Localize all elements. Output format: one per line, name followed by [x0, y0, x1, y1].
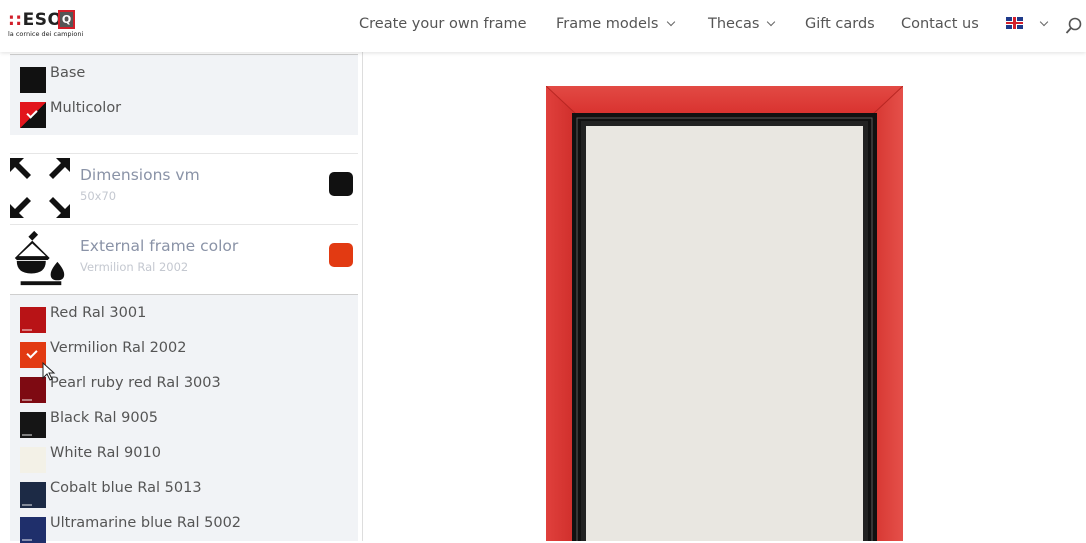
option-label: Pearl ruby red Ral 3003	[50, 375, 221, 391]
site-header: ::ESO Q la cornice dei campioni Create y…	[0, 0, 1086, 52]
uk-flag-icon[interactable]	[1006, 17, 1023, 29]
color-option-white-9010[interactable]: White Ral 9010	[20, 445, 340, 473]
color-option-ultramarine-5002[interactable]: Ultramarine blue Ral 5002	[20, 515, 340, 543]
color-option-cobalt-5013[interactable]: Cobalt blue Ral 5013	[20, 480, 340, 508]
color-option-red-3001[interactable]: Red Ral 3001	[20, 305, 340, 333]
nav-gift-cards[interactable]: Gift cards	[805, 16, 875, 32]
logo-text: ::ESO	[8, 10, 63, 30]
color-option-pearl-ruby-3003[interactable]: Pearl ruby red Ral 3003	[20, 375, 340, 403]
frame-right-rail	[873, 86, 903, 541]
chevron-down-icon[interactable]	[1039, 17, 1049, 27]
color-swatch	[20, 102, 46, 128]
option-label: Red Ral 3001	[50, 305, 147, 321]
divider	[10, 224, 358, 225]
external-color-section[interactable]: External frame color Vermilion Ral 2002	[10, 229, 358, 299]
frame-top-rail	[546, 86, 903, 114]
option-label: Vermilion Ral 2002	[50, 340, 187, 356]
color-option-vermilion-2002[interactable]: Vermilion Ral 2002	[20, 340, 340, 368]
option-label: White Ral 9010	[50, 445, 161, 461]
nav-contact-us[interactable]: Contact us	[901, 16, 979, 32]
dimensions-section[interactable]: Dimensions vm 50x70	[10, 158, 358, 228]
dimension-chip	[329, 172, 353, 196]
chevron-down-icon	[767, 17, 776, 27]
section-value: 50x70	[80, 189, 117, 203]
nav-thecas[interactable]: Thecas	[708, 16, 776, 32]
option-label: Cobalt blue Ral 5013	[50, 480, 202, 496]
expand-arrows-icon	[10, 158, 70, 218]
checkmark-icon	[26, 107, 38, 119]
color-swatch	[20, 517, 46, 543]
option-label: Ultramarine blue Ral 5002	[50, 515, 242, 531]
style-option-multicolor[interactable]: Multicolor	[20, 100, 340, 128]
logo-tagline: la cornice dei campioni	[8, 30, 84, 38]
logo-badge: Q	[58, 10, 75, 29]
option-label: Multicolor	[50, 100, 122, 116]
section-title: Dimensions vm	[80, 166, 200, 184]
search-icon[interactable]	[1065, 17, 1083, 35]
color-swatch	[20, 412, 46, 438]
frame-left-rail	[546, 86, 576, 541]
color-swatch	[20, 307, 46, 333]
style-option-base[interactable]: Base	[20, 65, 340, 93]
configurator-panel: Base Multicolor Dimensions vm 50x70 Exte…	[0, 52, 362, 543]
chevron-down-icon	[666, 17, 675, 27]
divider	[10, 153, 358, 154]
frame-preview	[546, 86, 903, 541]
color-swatch	[20, 482, 46, 508]
site-logo[interactable]: ::ESO Q la cornice dei campioni	[8, 10, 83, 40]
color-options: Red Ral 3001 Vermilion Ral 2002 Pearl ru…	[10, 294, 358, 543]
checkmark-icon	[26, 347, 38, 359]
color-swatch	[20, 67, 46, 93]
selected-color-chip	[329, 243, 353, 267]
option-label: Black Ral 9005	[50, 410, 159, 426]
section-value: Vermilion Ral 2002	[80, 260, 189, 274]
nav-frame-models[interactable]: Frame models	[556, 16, 675, 32]
mouse-cursor-icon	[42, 362, 56, 381]
section-title: External frame color	[80, 237, 239, 255]
paint-bucket-icon	[14, 230, 65, 286]
style-options: Base Multicolor	[10, 54, 358, 135]
frame-mat	[586, 126, 863, 541]
color-option-black-9005[interactable]: Black Ral 9005	[20, 410, 340, 438]
option-label: Base	[50, 65, 86, 81]
color-swatch	[20, 447, 46, 473]
nav-create-frame[interactable]: Create your own frame	[359, 16, 527, 32]
